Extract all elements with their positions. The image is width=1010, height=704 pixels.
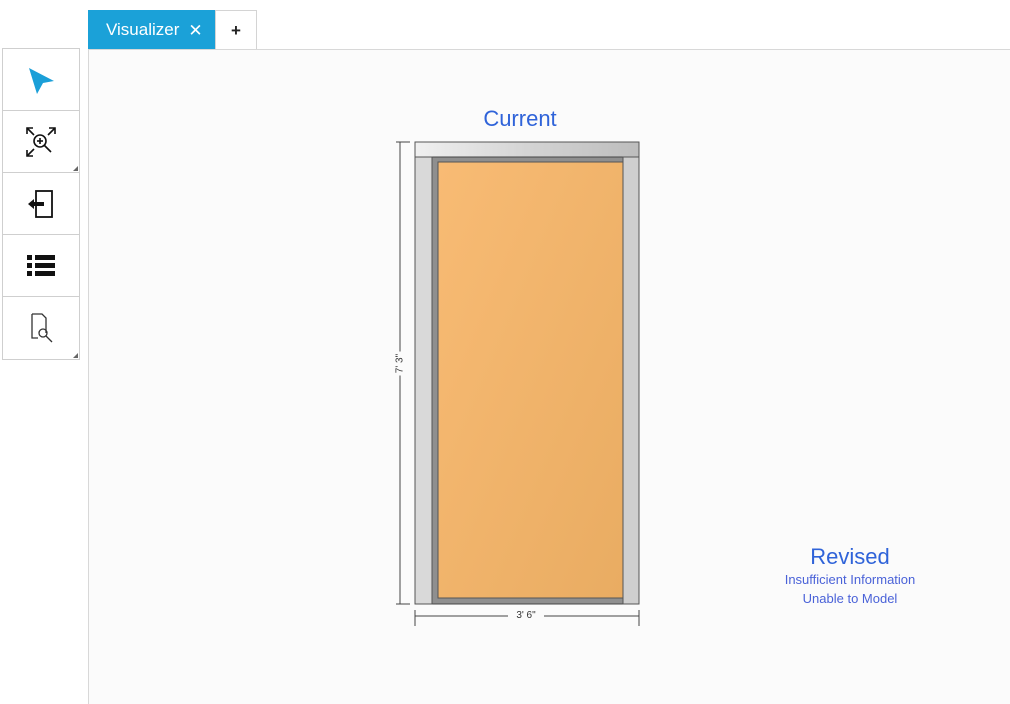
door-leaf	[437, 161, 624, 599]
current-label: Current	[483, 106, 557, 131]
tool-flyout-indicator	[73, 353, 78, 358]
insert-door-icon	[28, 189, 53, 218]
tool-flyout-indicator	[73, 166, 78, 171]
width-dimension-label: 3' 6"	[508, 610, 544, 621]
revised-panel: Revised Insufficient Information Unable …	[760, 544, 940, 608]
frame-left-jamb	[414, 156, 433, 605]
frame-right-jamb	[622, 156, 640, 605]
inspect-button[interactable]	[3, 297, 79, 359]
height-dimension-label: 7' 3"	[394, 351, 406, 376]
select-tool-button[interactable]	[3, 49, 79, 111]
tool-palette	[2, 48, 80, 360]
list-button[interactable]	[3, 235, 79, 297]
revised-message-line2: Unable to Model	[802, 591, 898, 606]
list-icon	[27, 254, 55, 276]
document-search-icon	[31, 313, 53, 343]
revised-message-line1: Insufficient Information	[784, 572, 916, 587]
zoom-extents-button[interactable]	[3, 111, 79, 173]
insert-button[interactable]	[3, 173, 79, 235]
zoom-expand-icon	[26, 126, 56, 157]
pointer-arrow-icon	[29, 67, 54, 94]
revised-label: Revised	[810, 544, 890, 569]
